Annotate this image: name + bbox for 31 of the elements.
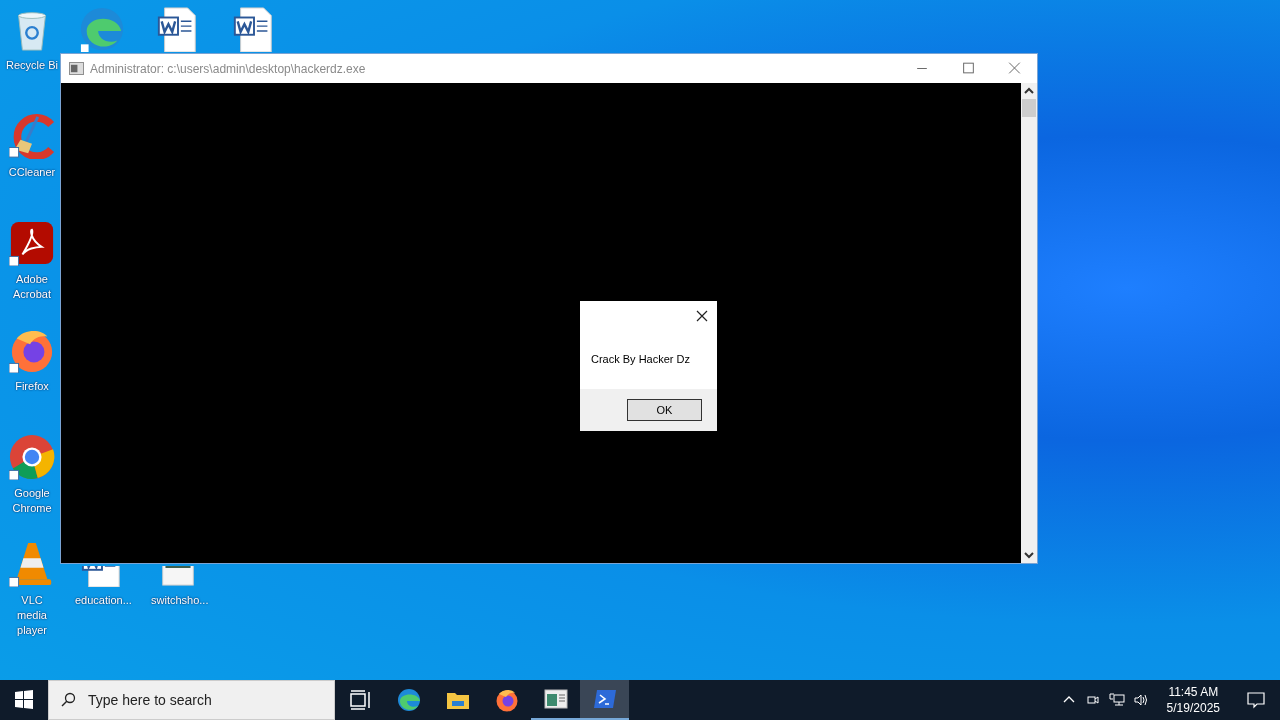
console-icon (69, 62, 84, 75)
volume-icon[interactable] (1132, 692, 1149, 708)
network-icon[interactable] (1108, 692, 1125, 708)
app-icon[interactable] (9, 434, 55, 480)
icon-label[interactable]: education... (75, 593, 129, 608)
search-icon (60, 692, 76, 708)
task-view-icon (347, 688, 372, 712)
icon-label[interactable]: Recycle Bi (6, 58, 58, 73)
ok-button[interactable]: OK (627, 399, 702, 421)
window-title: Administrator: c:\users\admin\desktop\hackerdz.exe (90, 61, 367, 76)
clock-time: 11:45 AM (1168, 684, 1219, 700)
icon-label[interactable]: Google Chrome (5, 486, 59, 516)
icon-label[interactable]: Firefox (15, 379, 49, 394)
icon-label[interactable]: Adobe Acrobat (5, 272, 59, 302)
icon-label[interactable]: CCleaner (8, 165, 56, 180)
window-app-icon (543, 687, 568, 711)
clock[interactable]: 11:45 AM 5/19/2025 (1156, 684, 1230, 716)
scrollbar[interactable] (1021, 83, 1037, 563)
app-icon[interactable] (9, 113, 55, 159)
icon-label[interactable]: VLC media player (5, 593, 59, 638)
close-icon[interactable] (695, 309, 709, 323)
dialog-message: Crack By Hacker Dz (590, 352, 692, 367)
notification-icon[interactable] (1246, 690, 1266, 710)
clock-date: 5/19/2025 (1166, 700, 1220, 716)
app-icon (396, 688, 421, 712)
search-field[interactable]: Type here to search (48, 680, 335, 720)
scroll-thumb[interactable] (1022, 99, 1036, 117)
app-icon[interactable] (79, 6, 125, 52)
app-icon (494, 688, 519, 712)
pdf-app-icon[interactable] (9, 220, 55, 266)
terminal-icon (592, 687, 617, 711)
